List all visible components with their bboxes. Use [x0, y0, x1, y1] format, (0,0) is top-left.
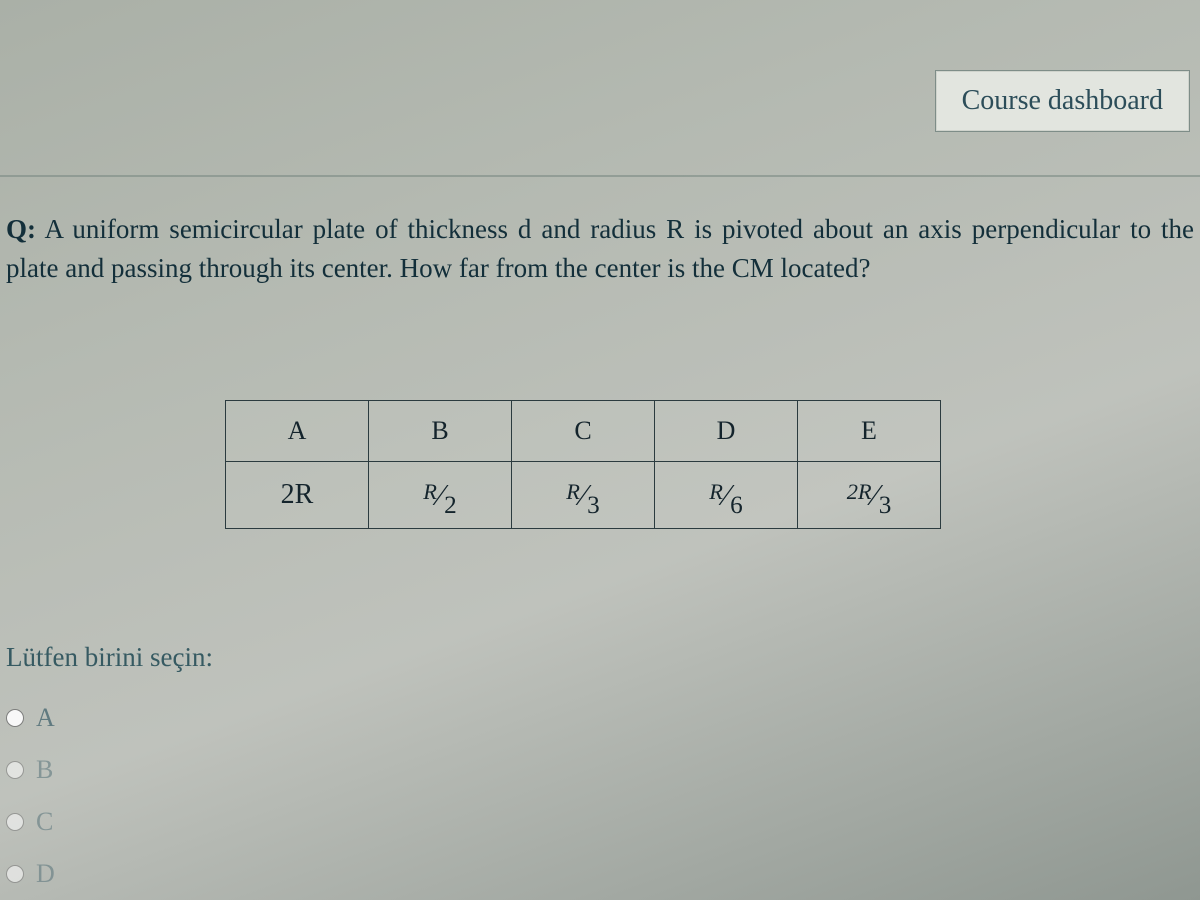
radio-a[interactable] [6, 709, 24, 727]
quiz-screen: Course dashboard Q: A uniform semicircul… [0, 0, 1200, 900]
course-dashboard-button[interactable]: Course dashboard [935, 70, 1190, 132]
divider [0, 175, 1200, 177]
cell-value: R⁄2 [369, 462, 512, 529]
option-d[interactable]: D [6, 848, 213, 900]
option-label: B [36, 744, 53, 796]
col-header: A [226, 401, 369, 462]
table-value-row: 2R R⁄2 R⁄3 R⁄6 2R⁄3 [226, 462, 941, 529]
radio-c[interactable] [6, 813, 24, 831]
option-c[interactable]: C [6, 796, 213, 848]
cell-value: 2R [226, 462, 369, 529]
question-body: A uniform semicircular plate of thicknes… [6, 214, 1194, 283]
option-label: C [36, 796, 53, 848]
col-header: C [512, 401, 655, 462]
cell-value: 2R⁄3 [798, 462, 941, 529]
cell-value: R⁄3 [512, 462, 655, 529]
cell-value: R⁄6 [655, 462, 798, 529]
col-header: D [655, 401, 798, 462]
question-text: Q: A uniform semicircular plate of thick… [6, 210, 1194, 288]
table-header-row: A B C D E [226, 401, 941, 462]
options-prompt: Lütfen birini seçin: [6, 630, 213, 684]
col-header: E [798, 401, 941, 462]
option-a[interactable]: A [6, 692, 213, 744]
radio-d[interactable] [6, 865, 24, 883]
option-label: A [36, 692, 55, 744]
question-label: Q: [6, 214, 36, 244]
option-label: D [36, 848, 55, 900]
col-header: B [369, 401, 512, 462]
radio-b[interactable] [6, 761, 24, 779]
options-block: Lütfen birini seçin: A B C D [6, 630, 213, 900]
answer-table: A B C D E 2R R⁄2 R⁄3 R⁄6 2R⁄3 [225, 400, 941, 529]
option-b[interactable]: B [6, 744, 213, 796]
